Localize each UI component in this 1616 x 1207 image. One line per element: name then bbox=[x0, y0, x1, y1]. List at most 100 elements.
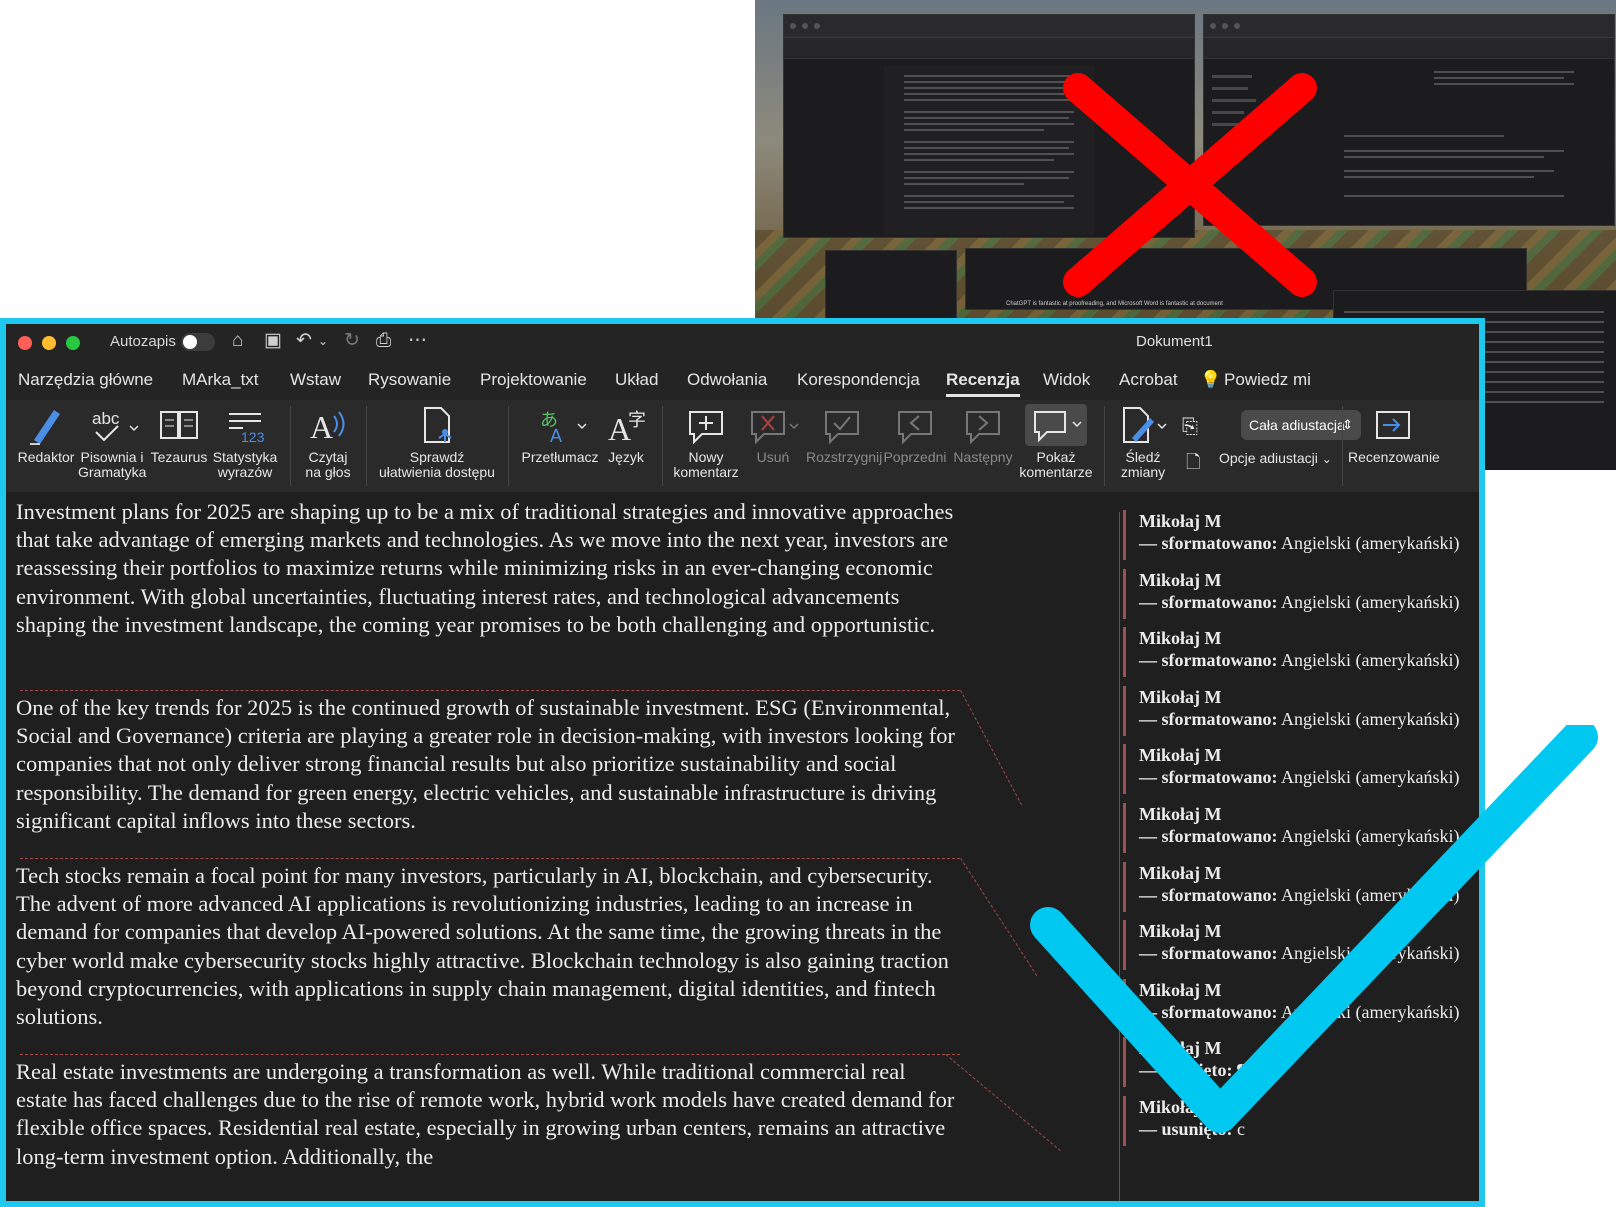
resolve-comment-button[interactable]: Rozstrzygnij bbox=[806, 404, 882, 465]
reviewing-pane-button[interactable]: Recenzowanie bbox=[1348, 404, 1440, 465]
translate-label: Przetłumacz bbox=[521, 449, 599, 465]
previous-comment-button[interactable]: Poprzedni bbox=[882, 404, 948, 465]
tab-design[interactable]: Projektowanie bbox=[480, 370, 587, 390]
ribbon-divider bbox=[508, 406, 509, 486]
word-count-label-2: wyrazów bbox=[217, 464, 273, 480]
show-comments-icon bbox=[1025, 404, 1087, 446]
show-comments-label-1: Pokaż bbox=[1036, 449, 1076, 465]
tab-tell-me[interactable]: Powiedz mi bbox=[1224, 370, 1311, 390]
paragraph-3[interactable]: Tech stocks remain a focal point for man… bbox=[16, 862, 961, 1031]
delete-comment-button[interactable]: Usuń bbox=[742, 404, 804, 465]
zoom-dot[interactable] bbox=[66, 336, 80, 350]
balloon-author: Mikołaj M bbox=[1139, 1038, 1222, 1059]
redo-icon[interactable]: ↻ bbox=[344, 330, 360, 352]
accessibility-label-2: ułatwienia dostępu bbox=[379, 464, 495, 480]
revision-balloon[interactable]: Mikołaj M — sformatowano: Angielski (amer… bbox=[1123, 978, 1479, 1029]
balloon-change: — sformatowano: Angielski (amerykański) bbox=[1139, 884, 1479, 906]
revision-balloon[interactable]: Mikołaj M — sformatowano: Angielski (amer… bbox=[1123, 803, 1479, 853]
balloon-detail: Angielski (amerykański) bbox=[1277, 826, 1460, 846]
ribbon-divider bbox=[366, 406, 367, 486]
minimize-dot[interactable] bbox=[42, 336, 56, 350]
editor-pen-icon bbox=[30, 410, 60, 445]
close-dot[interactable] bbox=[18, 336, 32, 350]
tab-acrobat[interactable]: Acrobat bbox=[1119, 370, 1178, 390]
autosave-toggle[interactable] bbox=[181, 333, 215, 351]
balloon-action: — usunięto: bbox=[1139, 1119, 1233, 1139]
more-icon[interactable]: ⋯ bbox=[408, 330, 427, 352]
document-canvas[interactable]: Investment plans for 2025 are shaping up… bbox=[6, 492, 1106, 1201]
language-label: Język bbox=[608, 449, 644, 465]
svg-text:123: 123 bbox=[241, 429, 265, 445]
revision-balloon[interactable]: Mikołaj M — usunięto: c bbox=[1123, 1096, 1479, 1146]
revision-balloon[interactable]: Mikołaj M — sformatowano: Angielski (amer… bbox=[1123, 568, 1479, 619]
revision-divider bbox=[20, 858, 960, 859]
balloon-detail: Angielski (amerykański) bbox=[1277, 533, 1460, 553]
paragraph-1[interactable]: Investment plans for 2025 are shaping up… bbox=[16, 498, 961, 639]
undo-menu-chevron-icon[interactable]: ⌄ bbox=[318, 330, 328, 352]
editor-button[interactable]: Redaktor bbox=[14, 404, 78, 465]
balloon-action: — usunięto: bbox=[1139, 1060, 1233, 1081]
ribbon-toolbar: Redaktor abc Pisownia i Gramatyka Tezaur… bbox=[6, 400, 1479, 493]
markup-options-menu[interactable]: Opcje adiustacji ⌄ bbox=[1219, 450, 1332, 466]
markup-display-icon: ⎘ bbox=[1182, 416, 1198, 438]
balloon-change: — usunięto: c bbox=[1139, 1118, 1479, 1140]
revision-balloon[interactable]: Mikołaj M — sformatowano: Angielski (amer… bbox=[1123, 920, 1479, 971]
word-count-icon: 123 bbox=[229, 413, 265, 445]
balloon-detail: Angielski (amerykański) bbox=[1277, 708, 1460, 729]
reviewing-pane-icon bbox=[1376, 411, 1410, 439]
revision-balloon[interactable]: Mikołaj M — sformatowano: Angielski (amer… bbox=[1123, 627, 1479, 678]
word-count-button[interactable]: 123 Statystyka wyrazów bbox=[210, 404, 280, 480]
spelling-grammar-button[interactable]: abc Pisownia i Gramatyka bbox=[78, 404, 146, 480]
tab-view[interactable]: Widok bbox=[1043, 370, 1090, 390]
balloon-action: — sformatowano: bbox=[1139, 591, 1278, 612]
language-button[interactable]: A字 Język bbox=[600, 404, 652, 465]
accessibility-check-button[interactable]: Sprawdź ułatwienia dostępu bbox=[374, 404, 500, 480]
next-comment-icon bbox=[966, 411, 1000, 445]
translate-button[interactable]: あA Przetłumacz bbox=[520, 404, 600, 465]
home-icon[interactable]: ⌂ bbox=[232, 330, 243, 352]
balloon-author: Mikołaj M bbox=[1139, 979, 1222, 1000]
ribbon-divider bbox=[290, 406, 291, 486]
revision-balloon[interactable]: Mikołaj M — sformatowano: Angielski (amer… bbox=[1123, 861, 1479, 912]
revision-balloon[interactable]: Mikołaj M — usunięto: ¶ bbox=[1123, 1037, 1479, 1088]
track-changes-button[interactable]: Śledź zmiany bbox=[1112, 404, 1174, 480]
tab-insert[interactable]: Wstaw bbox=[290, 370, 341, 390]
tab-layout[interactable]: Układ bbox=[615, 370, 658, 390]
next-comment-button[interactable]: Następny bbox=[950, 404, 1016, 465]
revision-balloon[interactable]: Mikołaj M — sformatowano: Angielski (amer… bbox=[1123, 510, 1479, 560]
print-icon[interactable]: ⎙ bbox=[376, 330, 391, 352]
tab-marka-txt[interactable]: MArka_txt bbox=[182, 370, 259, 390]
undo-icon[interactable]: ↶ bbox=[296, 330, 312, 352]
tab-mailings[interactable]: Korespondencja bbox=[797, 370, 920, 390]
revision-connector bbox=[960, 858, 1038, 976]
save-icon[interactable]: ▣ bbox=[264, 330, 282, 352]
balloon-author: Mikołaj M bbox=[1139, 686, 1222, 707]
paragraph-2[interactable]: One of the key trends for 2025 is the co… bbox=[16, 694, 961, 835]
balloon-author: Mikołaj M bbox=[1139, 1097, 1222, 1117]
tab-home[interactable]: Narzędzia główne bbox=[18, 370, 153, 390]
new-comment-button[interactable]: Nowy komentarz bbox=[670, 404, 742, 480]
balloon-detail: c bbox=[1232, 1119, 1246, 1139]
balloon-change: — sformatowano: Angielski (amerykański) bbox=[1139, 1001, 1479, 1023]
delete-comment-label: Usuń bbox=[756, 449, 790, 465]
show-comments-button[interactable]: Pokaż komentarze bbox=[1018, 404, 1094, 480]
tab-references[interactable]: Odwołania bbox=[687, 370, 767, 390]
spelling-label-2: Gramatyka bbox=[78, 464, 147, 480]
document-title: Dokument1 bbox=[1136, 333, 1213, 350]
balloon-change: — sformatowano: Angielski (amerykański) bbox=[1139, 649, 1479, 671]
revision-balloon[interactable]: Mikołaj M — sformatowano: Angielski (amer… bbox=[1123, 685, 1479, 736]
balloon-change: — usunięto: ¶ bbox=[1139, 1059, 1479, 1081]
read-aloud-button[interactable]: A Czytaj na głos bbox=[298, 404, 358, 480]
markup-dropdown[interactable]: Cała adiustacja ⇕ bbox=[1241, 410, 1361, 440]
revision-balloon[interactable]: Mikołaj M — sformatowano: Angielski (amer… bbox=[1123, 744, 1479, 795]
thesaurus-button[interactable]: Tezaurus bbox=[150, 404, 208, 465]
tab-review[interactable]: Recenzja bbox=[946, 370, 1020, 397]
balloon-author: Mikołaj M bbox=[1139, 921, 1222, 942]
next-label: Następny bbox=[953, 449, 1013, 465]
svg-text:A: A bbox=[310, 409, 333, 445]
balloon-detail: Angielski (amerykański) bbox=[1277, 943, 1460, 964]
balloon-change: — sformatowano: Angielski (amerykański) bbox=[1139, 766, 1479, 788]
word-count-label-1: Statystyka bbox=[212, 449, 278, 465]
paragraph-4[interactable]: Real estate investments are undergoing a… bbox=[16, 1058, 961, 1171]
tab-draw[interactable]: Rysowanie bbox=[368, 370, 451, 390]
